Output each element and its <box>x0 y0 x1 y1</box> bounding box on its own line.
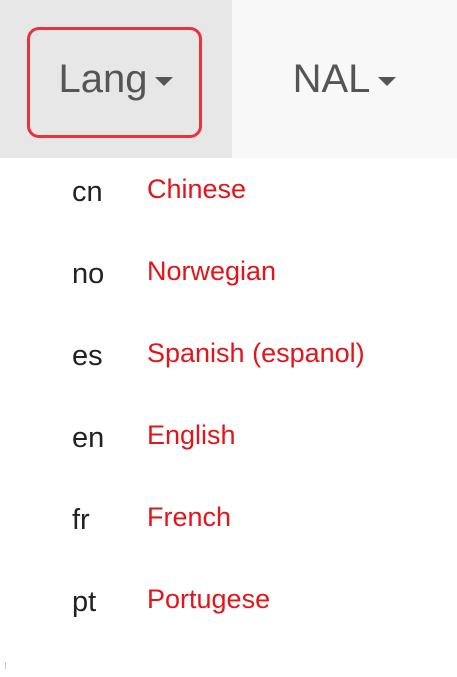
language-name-link[interactable]: Norwegian <box>147 256 276 287</box>
language-dropdown-menu: cn Chinese no Norwegian es Spanish (espa… <box>0 158 457 650</box>
language-code: en <box>72 422 105 454</box>
nal-dropdown-label: NAL <box>292 56 371 101</box>
menu-item-pt[interactable]: pt Portugese <box>0 568 457 650</box>
menu-item-es[interactable]: es Spanish (espanol) <box>0 322 457 404</box>
language-name-link[interactable]: Spanish (espanol) <box>147 338 365 369</box>
language-code: es <box>72 340 103 372</box>
language-code: fr <box>72 504 90 536</box>
caret-down-icon <box>155 76 174 86</box>
menu-item-en[interactable]: en English <box>0 404 457 486</box>
menu-item-fr[interactable]: fr French <box>0 486 457 568</box>
language-code: cn <box>72 176 103 208</box>
language-name-link[interactable]: Portugese <box>147 584 270 615</box>
language-name-link[interactable]: French <box>147 502 231 533</box>
language-code: pt <box>72 586 97 618</box>
lang-dropdown-label: Lang <box>58 56 148 101</box>
language-name-link[interactable]: Chinese <box>147 174 246 205</box>
menu-item-cn[interactable]: cn Chinese <box>0 158 457 240</box>
navbar: Lang NAL <box>0 0 457 158</box>
language-name-link[interactable]: English <box>147 420 236 451</box>
page: Lang NAL cn Chinese no Norwegian es Span… <box>0 0 457 677</box>
lang-dropdown-toggle[interactable]: Lang <box>0 0 232 158</box>
language-code: no <box>72 258 105 290</box>
menu-item-no[interactable]: no Norwegian <box>0 240 457 322</box>
nal-dropdown-toggle[interactable]: NAL <box>232 0 457 158</box>
caret-down-icon <box>378 76 397 86</box>
edge-mark <box>5 662 6 669</box>
